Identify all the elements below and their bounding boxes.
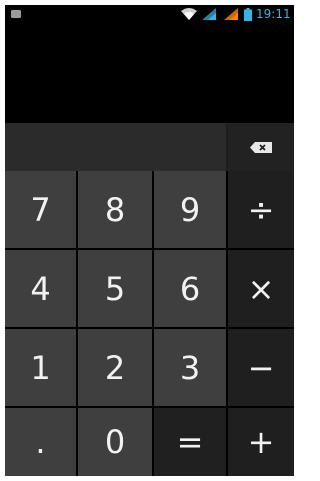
key-7[interactable]: 7 xyxy=(5,171,76,248)
subtract-button[interactable]: − xyxy=(228,329,294,406)
battery-icon xyxy=(244,8,252,21)
delete-button[interactable] xyxy=(228,123,294,171)
decimal-point-button[interactable]: . xyxy=(5,408,76,476)
equals-button[interactable]: = xyxy=(154,408,226,476)
phone-screen: 19:11 7 8 9 ÷ 4 5 6 × 1 2 3 − . 0 = + xyxy=(5,5,294,476)
key-9[interactable]: 9 xyxy=(154,171,226,248)
key-4[interactable]: 4 xyxy=(5,250,76,327)
result-display xyxy=(5,25,294,123)
backspace-icon xyxy=(250,141,272,153)
multiply-button[interactable]: × xyxy=(228,250,294,327)
divide-button[interactable]: ÷ xyxy=(228,171,294,248)
wifi-icon xyxy=(181,8,197,20)
key-0[interactable]: 0 xyxy=(78,408,152,476)
key-6[interactable]: 6 xyxy=(154,250,226,327)
notification-icon xyxy=(11,10,21,18)
signal-icon xyxy=(224,8,238,20)
key-1[interactable]: 1 xyxy=(5,329,76,406)
key-2[interactable]: 2 xyxy=(78,329,152,406)
key-5[interactable]: 5 xyxy=(78,250,152,327)
status-time: 19:11 xyxy=(256,7,291,21)
add-button[interactable]: + xyxy=(228,408,294,476)
expression-input[interactable] xyxy=(5,123,226,171)
status-bar: 19:11 xyxy=(5,5,294,25)
key-8[interactable]: 8 xyxy=(78,171,152,248)
key-3[interactable]: 3 xyxy=(154,329,226,406)
signal-icon xyxy=(202,8,216,20)
input-row xyxy=(5,123,294,171)
